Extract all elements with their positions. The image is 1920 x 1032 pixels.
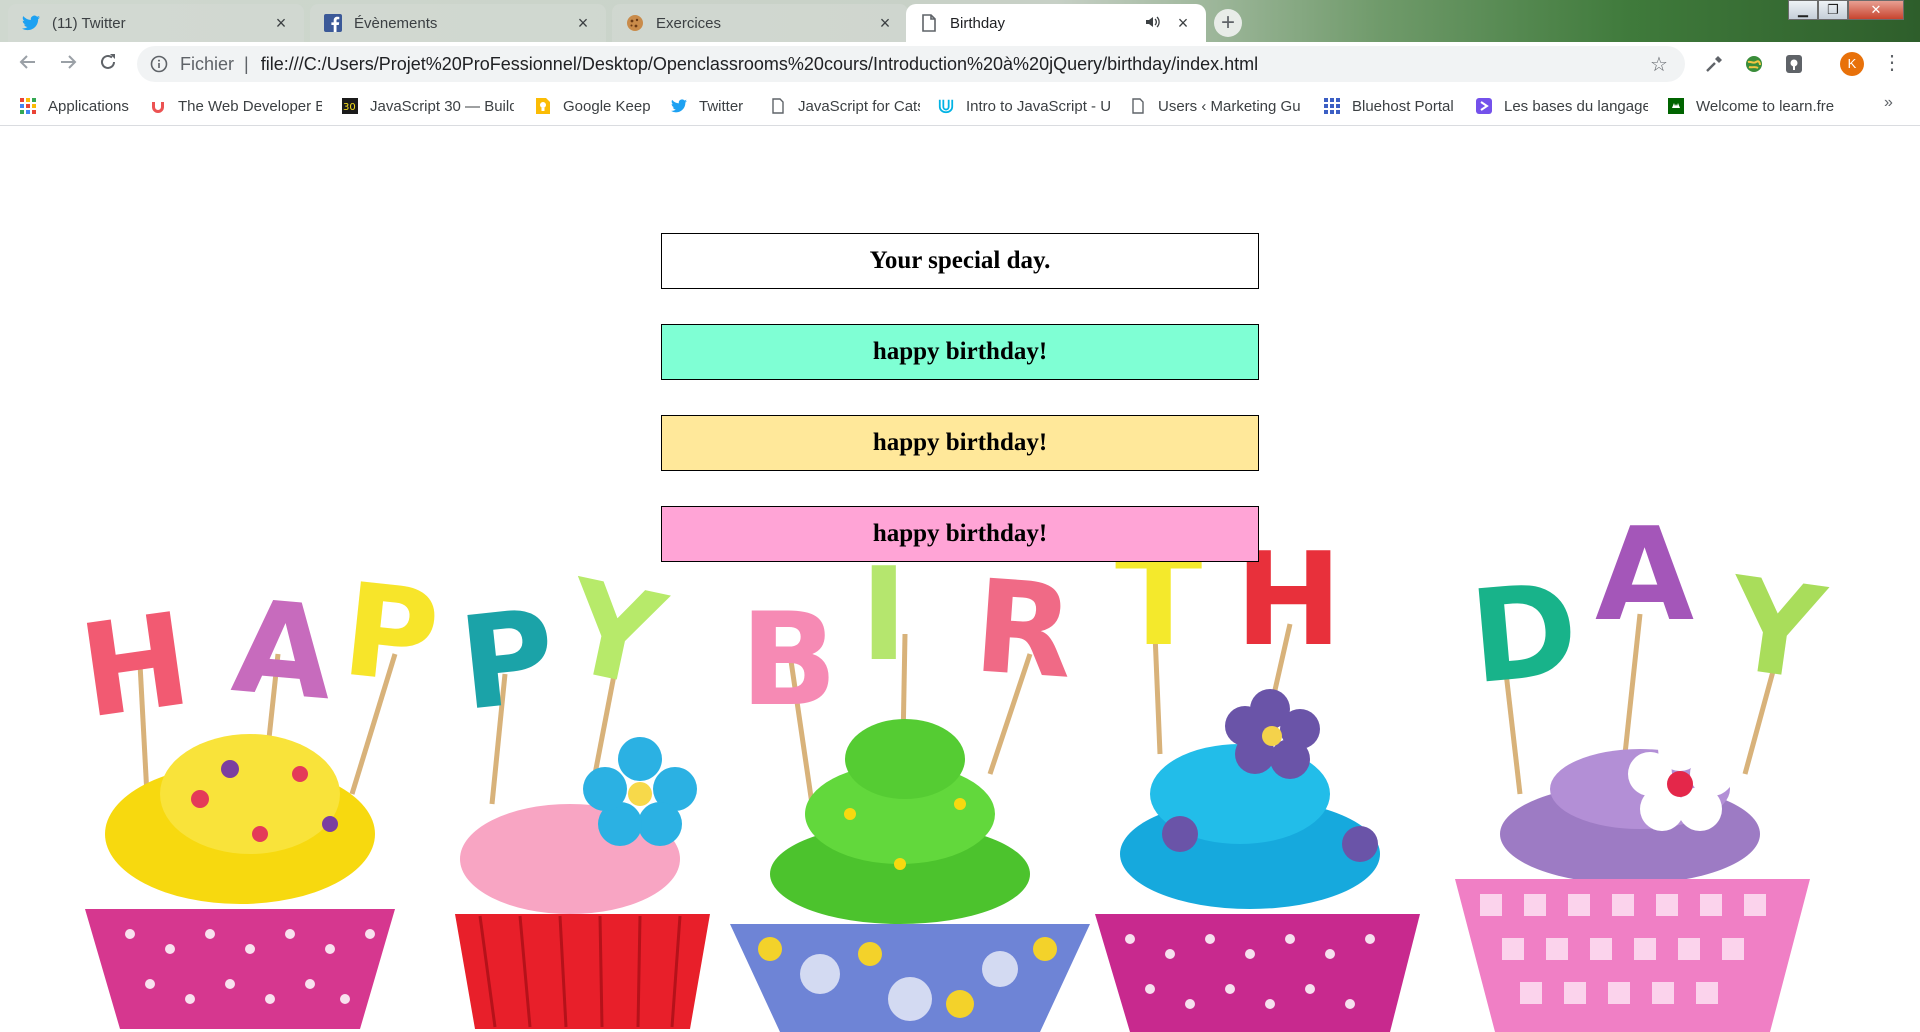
bookmark-label: Welcome to learn.fre (1696, 97, 1835, 115)
svg-text:A: A (1595, 504, 1694, 650)
tab-twitter[interactable]: (11) Twitter × (8, 4, 304, 42)
globe-extension-icon[interactable] (1742, 52, 1766, 76)
bookmark-javascript-30[interactable]: 30 JavaScript 30 — Build (342, 95, 514, 117)
page-content: H A P P Y B I R T H D A Y Your special d… (0, 126, 1920, 1032)
bookmarks-bar: Applications The Web Developer B 30 Java… (0, 86, 1920, 126)
svg-text:A: A (227, 572, 339, 729)
svg-text:I: I (860, 541, 908, 690)
openclassrooms-icon (1476, 98, 1492, 114)
svg-text:H: H (72, 585, 199, 747)
bookmark-twitter[interactable]: Twitter (671, 95, 751, 117)
profile-avatar[interactable]: K (1840, 52, 1864, 76)
bookmark-label: Intro to JavaScript - U (966, 97, 1110, 115)
tab-title: Exercices (656, 14, 722, 32)
bookmark-label: Twitter (699, 97, 744, 115)
bookmark-bluehost[interactable]: Bluehost Portal (1324, 95, 1464, 117)
page-icon (1130, 98, 1146, 114)
bookmark-web-developer[interactable]: The Web Developer B (150, 95, 322, 117)
bookmark-bases-langage[interactable]: Les bases du langage (1476, 95, 1648, 117)
svg-text:P: P (453, 582, 562, 740)
tab-evenements[interactable]: Évènements × (310, 4, 606, 42)
tab-title: (11) Twitter (52, 14, 126, 32)
birthday-cupcakes-image: H A P P Y B I R T H D A Y (72, 504, 1833, 1032)
eyedropper-extension-icon[interactable] (1702, 52, 1726, 76)
bookmark-learn-freecodecamp[interactable]: Welcome to learn.fre (1668, 95, 1840, 117)
url-text[interactable]: file:///C:/Users/Projet%20ProFessionnel/… (261, 54, 1647, 75)
restore-button[interactable]: ❐ (1818, 0, 1848, 20)
udemy-icon (150, 98, 166, 114)
forward-button[interactable] (54, 50, 82, 78)
cookie-icon (626, 14, 644, 32)
svg-text:Y: Y (551, 552, 676, 718)
scheme-label: Fichier (180, 53, 235, 74)
speaker-icon[interactable] (1146, 16, 1160, 31)
shield-extension-icon[interactable] (1782, 52, 1806, 76)
browser-toolbar: Fichier | file:///C:/Users/Projet%20ProF… (0, 42, 1920, 86)
bookmark-users-marketing[interactable]: Users ‹ Marketing Gu (1130, 95, 1302, 117)
tab-strip: (11) Twitter × Évènements × Exercices × … (0, 0, 1920, 42)
keep-icon (535, 98, 551, 114)
bookmark-label: JavaScript for Cats (798, 97, 920, 115)
tab-title: Birthday (950, 14, 1006, 32)
close-icon[interactable]: × (1174, 13, 1192, 34)
birthday-box-yellow: happy birthday! (661, 415, 1259, 471)
info-icon[interactable] (150, 55, 168, 73)
bookmark-google-keep[interactable]: Google Keep (535, 95, 655, 117)
close-icon[interactable]: × (272, 13, 290, 34)
tab-title: Évènements (354, 14, 438, 32)
svg-text:Y: Y (1717, 549, 1833, 710)
birthday-box-pink: happy birthday! (661, 506, 1259, 562)
twitter-icon (22, 14, 40, 32)
facebook-icon (324, 14, 342, 32)
scheme-separator: | (244, 53, 249, 74)
bookmarks-overflow-button[interactable]: » (1884, 94, 1893, 112)
special-day-box: Your special day. (661, 233, 1259, 289)
birthday-box-aqua: happy birthday! (661, 324, 1259, 380)
bookmark-label: JavaScript 30 — Build (370, 97, 514, 115)
bookmark-label: Les bases du langage (1504, 97, 1648, 115)
bookmark-star-icon[interactable]: ☆ (1647, 52, 1671, 77)
svg-text:30: 30 (343, 102, 356, 113)
bookmark-javascript-for-cats[interactable]: JavaScript for Cats (770, 95, 920, 117)
bookmark-label: Google Keep (563, 97, 651, 115)
bookmark-label: The Web Developer B (178, 97, 322, 115)
reload-button[interactable] (94, 50, 122, 78)
js30-icon: 30 (342, 98, 358, 114)
bookmark-label: Bluehost Portal (1352, 97, 1454, 115)
minimize-button[interactable]: ▁ (1788, 0, 1818, 20)
svg-text:P: P (336, 556, 445, 714)
bluehost-grid-icon (1324, 98, 1340, 114)
freecodecamp-icon (1668, 98, 1684, 114)
bookmark-label: Users ‹ Marketing Gu (1158, 97, 1301, 115)
tab-exercices[interactable]: Exercices × (612, 4, 908, 42)
bookmark-label: Applications (48, 97, 129, 115)
window-close-button[interactable]: ✕ (1848, 0, 1904, 20)
apps-grid-icon (20, 98, 36, 114)
svg-text:B: B (740, 586, 838, 735)
window-controls: ▁ ❐ ✕ (1788, 0, 1904, 22)
svg-text:R: R (969, 552, 1078, 708)
svg-text:D: D (1465, 555, 1584, 713)
bookmark-intro-javascript[interactable]: Intro to JavaScript - U (938, 95, 1110, 117)
udacity-icon (938, 98, 954, 114)
address-bar[interactable]: Fichier | file:///C:/Users/Projet%20ProF… (137, 46, 1685, 82)
close-icon[interactable]: × (876, 13, 894, 34)
twitter-icon (671, 98, 687, 114)
page-icon (920, 14, 938, 32)
close-icon[interactable]: × (574, 13, 592, 34)
new-tab-button[interactable]: + (1214, 9, 1242, 37)
menu-kebab-icon[interactable]: ⋮ (1882, 50, 1902, 75)
back-button[interactable] (14, 50, 42, 78)
tab-birthday[interactable]: Birthday × (906, 4, 1206, 42)
bookmark-applications[interactable]: Applications (20, 95, 132, 117)
page-icon (770, 98, 786, 114)
